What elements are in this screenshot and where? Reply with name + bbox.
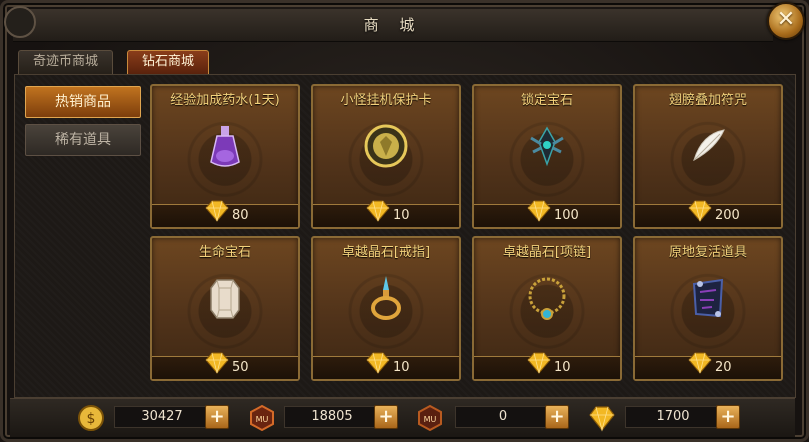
- price-bar: 80: [152, 200, 298, 227]
- diamond-icon: [366, 200, 390, 222]
- sidebar-item-label: 稀有道具: [55, 132, 111, 148]
- item-price: 10: [393, 208, 410, 223]
- item-price: 80: [232, 208, 249, 223]
- price-bar: 10: [313, 352, 459, 379]
- white-feather-icon: [693, 129, 725, 162]
- item-card[interactable]: 翅膀叠加符咒 200: [633, 84, 783, 229]
- diamond-icon: [205, 200, 229, 222]
- item-name: 卓越晶石[戒指]: [341, 245, 431, 260]
- item-price: 50: [232, 360, 249, 375]
- item-price: 20: [715, 360, 732, 375]
- lock-gem-icon: [530, 126, 564, 167]
- item-card[interactable]: 锁定宝石 100: [472, 84, 622, 229]
- mu-token-icon: MU: [250, 404, 274, 432]
- price-bar: 200: [635, 200, 781, 227]
- sidebar-item-rare-items[interactable]: 稀有道具: [25, 124, 141, 156]
- item-card[interactable]: 卓越晶石[戒指] 10: [311, 236, 461, 381]
- item-name: 经验加成药水(1天): [170, 93, 280, 108]
- price-bar: 10: [313, 200, 459, 227]
- mu-bound-token-amount: 0: [455, 406, 551, 428]
- price-bar: 50: [152, 352, 298, 379]
- item-price: 200: [715, 208, 740, 223]
- life-gem-icon: [210, 279, 240, 319]
- item-name: 锁定宝石: [520, 93, 573, 108]
- item-card[interactable]: 小怪挂机保护卡 10: [311, 84, 461, 229]
- item-card[interactable]: 生命宝石 50: [150, 236, 300, 381]
- corner-ornament-icon: [4, 6, 36, 38]
- tab-diamond-shop[interactable]: 钻石商城: [127, 50, 210, 74]
- revive-scroll-icon: [692, 278, 724, 318]
- diamond-amount: 1700: [625, 406, 721, 428]
- diamond-icon: [688, 352, 712, 374]
- diamond-icon: [205, 352, 229, 374]
- diamond-icon: [366, 352, 390, 374]
- item-card[interactable]: 原地复活道具 20: [633, 236, 783, 381]
- diamond-icon: [589, 406, 615, 432]
- item-price: 10: [554, 360, 571, 375]
- svg-text:$: $: [87, 411, 96, 427]
- tab-miracle-coin-shop[interactable]: 奇迹币商城: [18, 50, 114, 74]
- window-title: 商 城: [363, 16, 423, 34]
- mu-token-amount: 18805: [284, 406, 380, 428]
- tab-label: 奇迹币商城: [33, 54, 99, 69]
- title-bar: 商 城: [13, 9, 773, 42]
- item-price: 10: [393, 360, 410, 375]
- gold-coin-icon: $: [78, 405, 104, 431]
- necklace-icon: [528, 277, 566, 320]
- diamond-icon: [688, 200, 712, 222]
- diamond-icon: [527, 352, 551, 374]
- add-mu-token-button[interactable]: +: [374, 405, 398, 429]
- close-icon: ✕: [776, 7, 796, 32]
- add-gold-button[interactable]: +: [205, 405, 229, 429]
- item-name: 原地复活道具: [668, 245, 747, 260]
- mu-bound-token-icon: MU: [418, 404, 442, 432]
- item-card[interactable]: 经验加成药水(1天) 80: [150, 84, 300, 229]
- svg-text:MU: MU: [256, 415, 269, 424]
- item-price: 100: [554, 208, 579, 223]
- tab-label: 钻石商城: [142, 54, 195, 69]
- price-bar: 10: [474, 352, 620, 379]
- add-mu-bound-token-button[interactable]: +: [545, 405, 569, 429]
- item-name: 翅膀叠加符咒: [668, 93, 747, 108]
- svg-text:MU: MU: [424, 415, 437, 424]
- item-name: 卓越晶石[项链]: [502, 245, 592, 260]
- item-card[interactable]: 卓越晶石[项链] 10: [472, 236, 622, 381]
- diamond-icon: [527, 200, 551, 222]
- price-bar: 20: [635, 352, 781, 379]
- sidebar-item-hot-items[interactable]: 热销商品: [25, 86, 141, 118]
- gold-coin-amount: 30427: [114, 406, 210, 428]
- golden-shield-card-icon: [364, 124, 408, 168]
- add-diamond-button[interactable]: +: [716, 405, 740, 429]
- purple-potion-icon: [210, 126, 240, 167]
- ring-icon: [371, 276, 401, 320]
- close-button[interactable]: ✕: [767, 2, 805, 40]
- item-name: 小怪挂机保护卡: [340, 93, 432, 108]
- item-name: 生命宝石: [198, 245, 251, 260]
- price-bar: 100: [474, 200, 620, 227]
- sidebar-item-label: 热销商品: [55, 94, 111, 110]
